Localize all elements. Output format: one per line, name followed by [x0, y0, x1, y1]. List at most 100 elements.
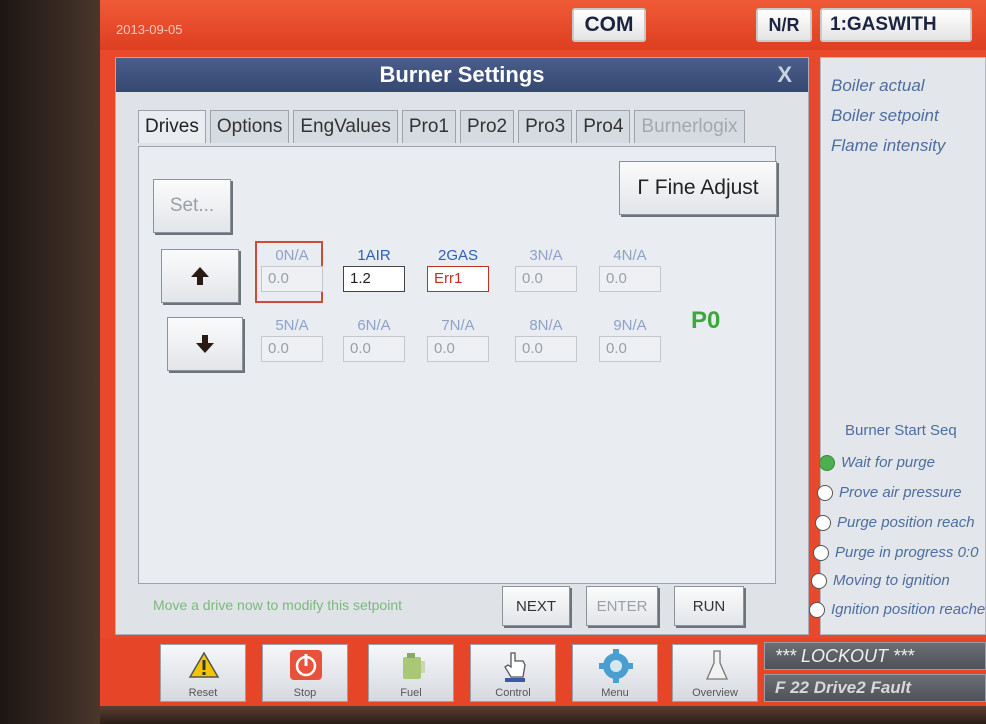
- reset-button[interactable]: Reset: [160, 644, 246, 702]
- power-icon: [290, 650, 322, 680]
- drive-value: 0.0: [261, 336, 323, 362]
- flame-intensity-label: Flame intensity: [831, 136, 946, 155]
- sequence-title: Burner Start Seq: [845, 422, 957, 439]
- fuel-label: Fuel: [400, 687, 422, 699]
- control-button[interactable]: Control: [470, 644, 556, 702]
- enter-button[interactable]: ENTER: [586, 586, 658, 626]
- flask-icon: [706, 650, 728, 680]
- close-icon[interactable]: X: [777, 62, 792, 88]
- menu-button[interactable]: Menu: [572, 644, 658, 702]
- menu-label: Menu: [601, 687, 629, 699]
- drive-value: 0.0: [343, 336, 405, 362]
- drive-value: 1.2: [343, 266, 405, 292]
- sequence-step: Purge in progress 0:0: [813, 544, 978, 561]
- burner-settings-dialog: Burner Settings X Drives Options EngValu…: [115, 57, 809, 635]
- gear-icon: [599, 649, 633, 683]
- drive-cell[interactable]: 5N/A 0.0: [261, 317, 323, 362]
- drive-cell[interactable]: 2GAS Err1: [427, 247, 489, 292]
- radio-off-icon: [815, 514, 831, 531]
- tab-engvalues[interactable]: EngValues: [293, 110, 398, 143]
- control-label: Control: [495, 687, 531, 699]
- drive-cell[interactable]: 8N/A 0.0: [515, 317, 577, 362]
- instruction-text: Move a drive now to modify this setpoint: [153, 597, 403, 613]
- drive-value: 0.0: [599, 266, 661, 292]
- date-display: 2013-09-05: [116, 22, 183, 37]
- hand-pointer-icon: [504, 652, 526, 682]
- radio-off-icon: [811, 572, 827, 589]
- sequence-step: Moving to ignition: [811, 572, 950, 589]
- drive-cell[interactable]: 0N/A 0.0: [261, 247, 323, 292]
- radio-off-icon: [813, 544, 829, 561]
- move-up-button[interactable]: [161, 249, 239, 303]
- radio-off-icon: [809, 601, 825, 618]
- tab-burnerlogix[interactable]: Burnerlogix: [634, 110, 745, 143]
- drive-label: 0N/A: [275, 247, 309, 264]
- down-arrow-icon: [196, 335, 214, 353]
- monitor-bezel: [0, 0, 100, 724]
- drive-label: 9N/A: [613, 317, 647, 334]
- drive-value: 0.0: [599, 336, 661, 362]
- overview-button[interactable]: Overview: [672, 644, 758, 702]
- fuel-can-icon: [403, 653, 425, 679]
- set-button[interactable]: Set...: [153, 179, 231, 233]
- drive-value: 0.0: [515, 266, 577, 292]
- warning-icon: [188, 651, 220, 678]
- sequence-step-label: Wait for purge: [841, 454, 935, 471]
- overview-label: Overview: [692, 687, 738, 699]
- com-button[interactable]: COM: [572, 8, 646, 42]
- drive-cell[interactable]: 4N/A 0.0: [599, 247, 661, 292]
- tab-pro3[interactable]: Pro3: [518, 110, 573, 143]
- drive-cell[interactable]: 6N/A 0.0: [343, 317, 405, 362]
- drive-label: 4N/A: [613, 247, 647, 264]
- sequence-step-label: Purge position reach: [837, 514, 975, 531]
- radio-off-icon: [817, 484, 833, 501]
- fault-banner[interactable]: F 22 Drive2 Fault: [764, 674, 986, 702]
- tab-drives[interactable]: Drives: [138, 110, 206, 143]
- drive-cell[interactable]: 7N/A 0.0: [427, 317, 489, 362]
- drive-value: 0.0: [515, 336, 577, 362]
- drive-value: 0.0: [427, 336, 489, 362]
- drive-value: Err1: [427, 266, 489, 292]
- next-button[interactable]: NEXT: [502, 586, 570, 626]
- run-button[interactable]: RUN: [674, 586, 744, 626]
- sequence-step: Purge position reach: [815, 514, 975, 531]
- drive-label: 3N/A: [529, 247, 563, 264]
- point-status: P0: [691, 307, 721, 334]
- sequence-step: Ignition position reache: [809, 601, 985, 618]
- sequence-step-label: Ignition position reache: [831, 601, 986, 618]
- drive-label: 6N/A: [357, 317, 391, 334]
- drive-cell[interactable]: 9N/A 0.0: [599, 317, 661, 362]
- lockout-banner: *** LOCKOUT ***: [764, 642, 986, 670]
- stop-button[interactable]: Stop: [262, 644, 348, 702]
- tab-pro1[interactable]: Pro1: [401, 110, 456, 143]
- drive-label: 7N/A: [441, 317, 475, 334]
- drive-label: 1AIR: [357, 247, 391, 264]
- sequence-step: Prove air pressure: [817, 484, 962, 501]
- drive-cell[interactable]: 1AIR 1.2: [343, 247, 405, 292]
- drives-panel: Set... Γ Fine Adjust 0N/A 0.0 1AIR 1.2 2…: [138, 146, 777, 584]
- fine-adjust-button[interactable]: Γ Fine Adjust: [619, 161, 777, 215]
- drive-cell[interactable]: 3N/A 0.0: [515, 247, 577, 292]
- nr-button[interactable]: N/R: [756, 8, 812, 42]
- up-arrow-icon: [191, 267, 209, 285]
- boiler-setpoint-label: Boiler setpoint: [831, 106, 939, 125]
- stop-label: Stop: [293, 687, 317, 699]
- dialog-title-bar: Burner Settings X: [116, 58, 808, 92]
- sequence-step-label: Prove air pressure: [839, 484, 962, 501]
- dialog-title: Burner Settings: [379, 62, 545, 87]
- move-down-button[interactable]: [167, 317, 243, 371]
- fuel-select-button[interactable]: 1:GASWITH: [820, 8, 972, 42]
- tab-pro2[interactable]: Pro2: [459, 110, 515, 143]
- drive-label: 5N/A: [275, 317, 309, 334]
- monitor-bezel-bottom: [100, 706, 986, 724]
- boiler-actual-label: Boiler actual: [831, 76, 925, 95]
- bottom-toolbar: Reset Stop Fuel Control Menu Overview **…: [100, 638, 986, 706]
- tab-pro4[interactable]: Pro4: [576, 110, 631, 143]
- drive-label: 2GAS: [437, 247, 479, 264]
- tab-options[interactable]: Options: [209, 110, 290, 143]
- tab-bar: Drives Options EngValues Pro1 Pro2 Pro3 …: [138, 110, 749, 146]
- sequence-step-label: Moving to ignition: [833, 572, 950, 589]
- hmi-screen: 2013-09-05 COM N/R 1:GASWITH Burner Sett…: [100, 0, 986, 706]
- fuel-button[interactable]: Fuel: [368, 644, 454, 702]
- reset-label: Reset: [188, 687, 218, 699]
